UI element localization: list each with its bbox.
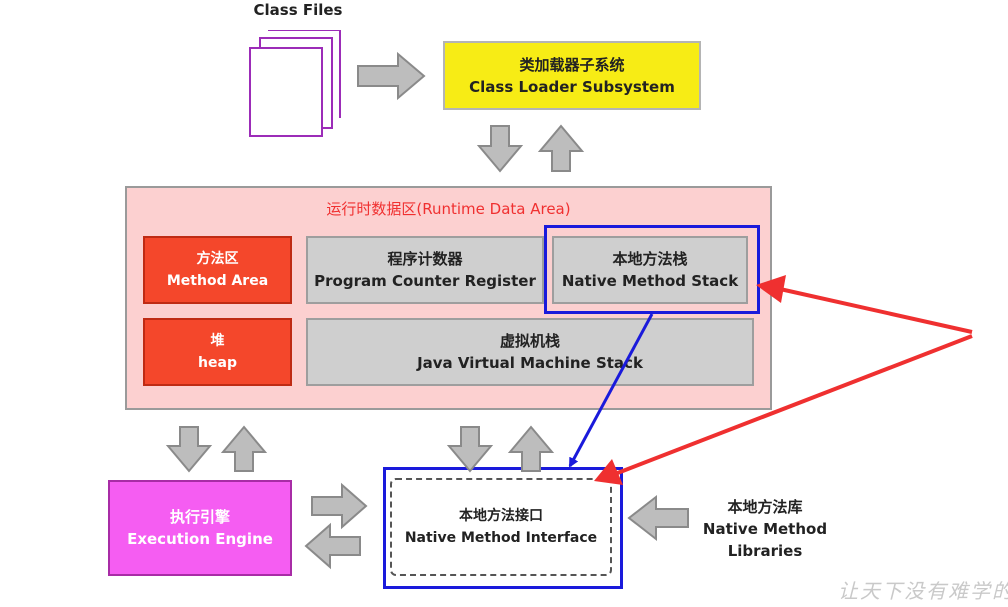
native-stack-to-interface-arrow xyxy=(568,313,654,468)
pointer-to-native-stack xyxy=(779,287,973,334)
arrow-down-icon xyxy=(446,426,494,473)
arrow-up-icon xyxy=(507,425,555,472)
pointer-head-icon xyxy=(756,275,786,303)
arrow-right-icon xyxy=(311,482,368,530)
arrow-up-icon xyxy=(220,425,268,472)
arrow-left-icon xyxy=(304,522,361,570)
arrow-left-icon xyxy=(627,494,689,542)
arrow-up-icon xyxy=(537,124,585,172)
arrow-down-icon xyxy=(476,125,524,173)
pointer-to-native-interface xyxy=(614,334,973,476)
arrow-down-icon xyxy=(165,426,213,473)
arrow-right-icon xyxy=(357,51,426,101)
red-pointer-arrows xyxy=(594,275,973,485)
diagram-arrows xyxy=(165,51,973,570)
